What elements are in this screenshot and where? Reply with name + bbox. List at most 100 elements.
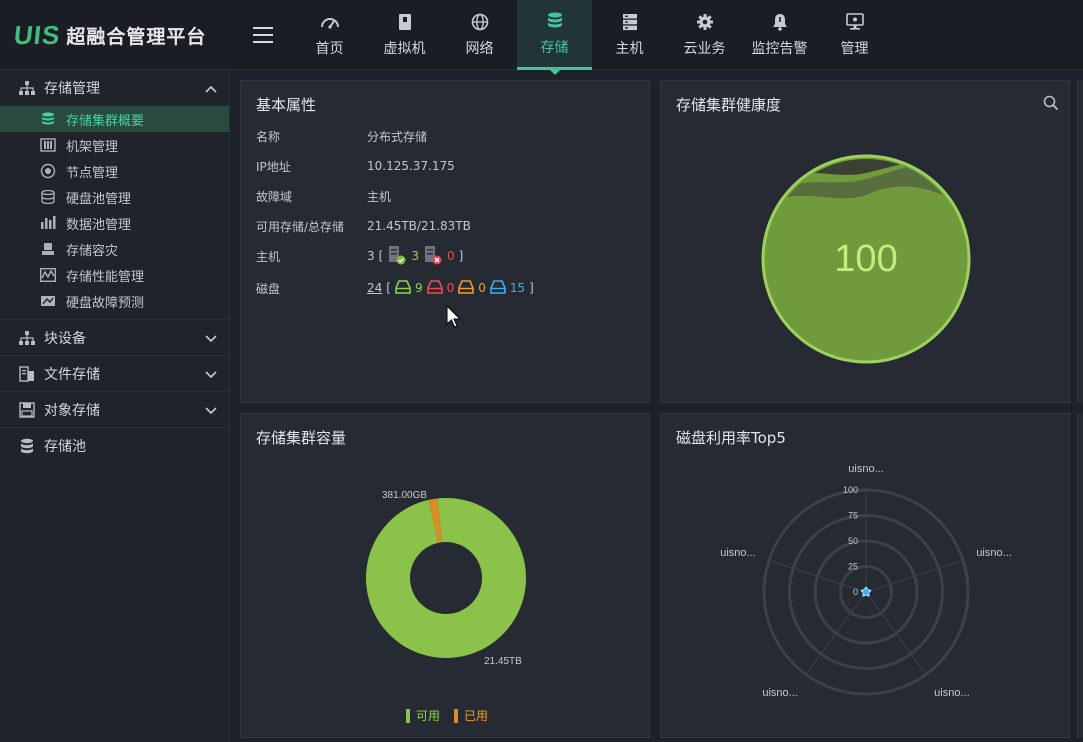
host-status: 3 [ 3 0 ] <box>367 245 463 268</box>
bell-icon <box>770 12 790 32</box>
nav-label: 虚拟机 <box>383 41 426 57</box>
bracket: [ <box>386 281 391 295</box>
radar-point[interactable] <box>864 586 868 590</box>
sidebar-group-block-device[interactable]: 块设备 <box>0 320 229 356</box>
sidebar-group-label: 存储池 <box>44 439 86 455</box>
hierarchy-icon <box>18 79 36 97</box>
nav-label: 监控告警 <box>751 41 808 57</box>
donut-slice-available[interactable] <box>366 498 527 658</box>
radar-tick-label: 25 <box>848 562 858 572</box>
nav-cloud[interactable]: 云业务 <box>667 0 742 70</box>
sidebar-item-label: 机架管理 <box>66 139 119 155</box>
disk-prediction-icon <box>40 293 56 309</box>
radar-point[interactable] <box>867 593 870 597</box>
file-storage-icon <box>18 365 36 383</box>
vm-icon <box>395 12 415 32</box>
disk-warning-icon <box>458 279 475 297</box>
logo: UIS 超融合管理平台 <box>12 20 207 51</box>
property-row: IP地址 10.125.37.175 <box>256 151 534 181</box>
property-key: 磁盘 <box>256 281 281 296</box>
panel-edge <box>1077 413 1083 738</box>
nav-label: 存储 <box>540 39 569 56</box>
menu-toggle-icon[interactable] <box>253 27 273 43</box>
capacity-donut-chart: 21.45TB 381.00GB <box>366 490 527 667</box>
sidebar-group-object-storage[interactable]: 对象存储 <box>0 392 229 428</box>
property-key: IP地址 <box>256 159 291 174</box>
bracket: [ <box>378 249 384 263</box>
sidebar-item-label: 硬盘故障预测 <box>66 295 145 311</box>
object-storage-icon <box>18 401 36 419</box>
sidebar-item-data-pool[interactable]: 数据池管理 <box>0 210 229 236</box>
property-value: 分布式存储 <box>367 129 428 144</box>
legend-item-available[interactable]: 可用 <box>406 707 440 724</box>
mouse-cursor-icon <box>446 304 462 333</box>
radar-indicator-label: uisno... <box>934 687 969 699</box>
sidebar-group-label: 存储管理 <box>44 81 100 97</box>
globe-icon <box>470 12 490 32</box>
host-error-icon <box>423 245 443 268</box>
nav-host[interactable]: 主机 <box>592 0 667 70</box>
legend-swatch <box>454 708 459 723</box>
chevron-up-icon <box>205 81 217 97</box>
panel-edge <box>1077 80 1083 403</box>
radar-point[interactable] <box>868 589 872 593</box>
sidebar-item-label: 硬盘池管理 <box>66 191 132 207</box>
sidebar-item-node[interactable]: 节点管理 <box>0 158 229 184</box>
disk-pool-icon <box>40 189 56 205</box>
logo-mark: UIS <box>12 20 62 50</box>
radar-indicator-label: uisno... <box>848 463 883 475</box>
sidebar-group-label: 对象存储 <box>44 402 100 419</box>
nav-home[interactable]: 首页 <box>292 0 367 70</box>
radar-indicator-label: uisno... <box>976 547 1011 559</box>
app-title: 超融合管理平台 <box>66 26 207 48</box>
property-key: 主机 <box>256 249 281 264</box>
disk-ok-count: 9 <box>414 281 423 295</box>
sidebar-group-storage-pool[interactable]: 存储池 <box>0 428 229 464</box>
sidebar-item-disaster-recovery[interactable]: 存储容灾 <box>0 236 229 262</box>
radar-tick-label: 50 <box>848 536 858 546</box>
data-pool-icon <box>40 215 56 231</box>
nav-label: 云业务 <box>683 41 726 57</box>
health-score: 100 <box>834 238 897 280</box>
chevron-down-icon <box>205 367 217 383</box>
property-value: 10.125.37.175 <box>367 159 455 173</box>
host-error-count: 0 <box>446 249 455 263</box>
hierarchy-icon <box>18 329 36 347</box>
rack-icon <box>40 137 56 153</box>
radar-indicator-label: uisno... <box>762 687 797 699</box>
property-key: 可用存储/总存储 <box>256 219 345 234</box>
disk-status: 24 [ 9 0 0 15 ] <box>367 279 534 297</box>
nav-vm[interactable]: 虚拟机 <box>367 0 442 70</box>
nav-monitor[interactable]: 监控告警 <box>742 0 817 70</box>
radar-point[interactable] <box>862 593 865 597</box>
sidebar-item-disk-pool[interactable]: 硬盘池管理 <box>0 184 229 210</box>
nav-network[interactable]: 网络 <box>442 0 517 70</box>
sidebar-item-rack[interactable]: 机架管理 <box>0 132 229 158</box>
sidebar-group-storage-mgmt[interactable]: 存储管理 <box>0 70 229 106</box>
panel-title: 存储集群容量 <box>256 429 347 447</box>
main-nav: 首页 虚拟机 网络 存储 主机 云业务 监控告警 管理 <box>292 0 892 75</box>
legend-label: 已用 <box>464 709 489 723</box>
nav-storage[interactable]: 存储 <box>517 0 592 75</box>
property-row: 名称 分布式存储 <box>256 121 534 151</box>
property-value: 主机 <box>367 189 392 204</box>
sidebar-item-performance[interactable]: 存储性能管理 <box>0 262 229 288</box>
sidebar-item-cluster-overview[interactable]: 存储集群概要 <box>0 106 229 132</box>
property-key: 故障域 <box>256 189 293 204</box>
health-gauge: 100 <box>761 154 971 364</box>
nav-label: 主机 <box>615 41 644 57</box>
panel-title: 基本属性 <box>256 96 317 114</box>
property-row: 可用存储/总存储 21.45TB/21.83TB <box>256 211 534 241</box>
sidebar-item-disk-prediction[interactable]: 硬盘故障预测 <box>0 288 229 314</box>
sidebar-item-label: 节点管理 <box>66 165 119 181</box>
sidebar-group-file-storage[interactable]: 文件存储 <box>0 356 229 392</box>
disk-fault-count: 0 <box>446 281 455 295</box>
legend-item-used[interactable]: 已用 <box>454 707 488 724</box>
disaster-recovery-icon <box>40 241 56 257</box>
disk-total-link[interactable]: 24 <box>367 281 382 295</box>
nav-admin[interactable]: 管理 <box>817 0 892 70</box>
radar-point[interactable] <box>860 589 864 593</box>
legend-swatch <box>406 708 410 723</box>
property-key: 名称 <box>256 129 281 144</box>
donut-label-available: 21.45TB <box>484 656 522 667</box>
